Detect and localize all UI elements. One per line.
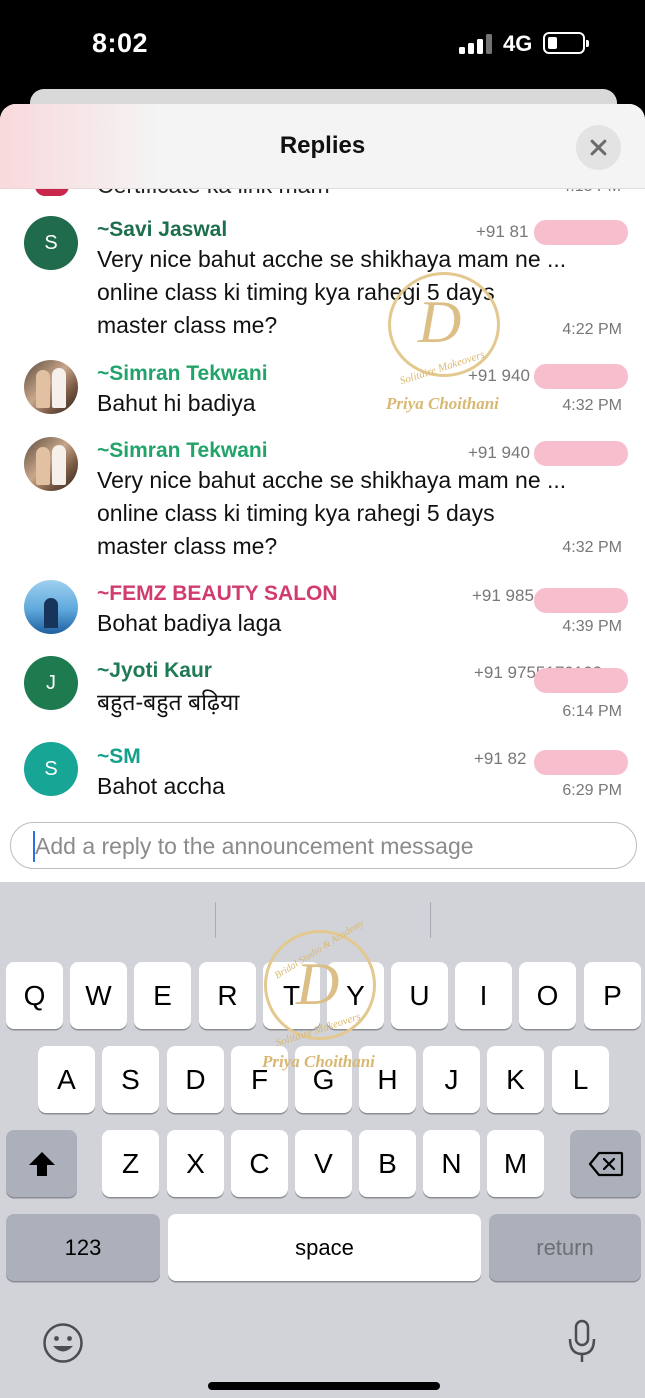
message-line: Very nice bahut acche se shikhaya mam ne… (97, 246, 567, 272)
key-v[interactable]: V (295, 1130, 352, 1197)
key-d[interactable]: D (167, 1046, 224, 1113)
message-line: बहुत-बहुत बढ़िया (97, 689, 240, 715)
key-g[interactable]: G (295, 1046, 352, 1113)
network-label: 4G (503, 31, 533, 56)
reply-message: Bahot accha (97, 770, 627, 803)
reply-time: 4:22 PM (562, 321, 622, 338)
sender-phone: +91 82 (474, 749, 527, 768)
sender-phone: +91 940 (468, 443, 530, 462)
key-a[interactable]: A (38, 1046, 95, 1113)
backspace-icon (588, 1151, 623, 1176)
key-b[interactable]: B (359, 1130, 416, 1197)
space-key[interactable]: space (168, 1214, 481, 1281)
key-e[interactable]: E (134, 962, 191, 1029)
avatar (24, 360, 78, 414)
key-w[interactable]: W (70, 962, 127, 1029)
message-line: Very nice bahut acche se shikhaya mam ne… (97, 467, 567, 493)
key-r[interactable]: R (199, 962, 256, 1029)
reply-time: 4:39 PM (562, 618, 622, 635)
numbers-key[interactable]: 123 (6, 1214, 160, 1281)
reply-time: 6:14 PM (562, 703, 622, 720)
key-n[interactable]: N (423, 1130, 480, 1197)
message-line: master class me? (97, 533, 278, 559)
battery-icon (543, 32, 589, 54)
reply-message: बहुत-बहुत बढ़िया (97, 686, 627, 719)
key-p[interactable]: P (584, 962, 641, 1029)
message-line: Bahot accha (97, 773, 225, 799)
avatar (24, 580, 78, 634)
key-f[interactable]: F (231, 1046, 288, 1113)
home-indicator (208, 1382, 440, 1390)
redaction-mark (534, 441, 628, 466)
key-j[interactable]: J (423, 1046, 480, 1113)
shift-icon (28, 1151, 55, 1176)
sender-name: ~FEMZ BEAUTY SALON (97, 582, 338, 605)
shift-key[interactable] (6, 1130, 77, 1197)
key-q[interactable]: Q (6, 962, 63, 1029)
microphone-icon[interactable] (566, 1318, 598, 1366)
sender-name: ~Savi Jaswal (97, 218, 228, 241)
close-button[interactable] (576, 125, 621, 170)
key-t[interactable]: T (263, 962, 320, 1029)
key-u[interactable]: U (391, 962, 448, 1029)
message-line: master class me? (97, 312, 278, 338)
key-y[interactable]: Y (327, 962, 384, 1029)
message-line: online class ki timing kya rahegi 5 days (97, 500, 495, 526)
return-key[interactable]: return (489, 1214, 641, 1281)
sheet-title: Replies (279, 132, 366, 159)
status-bar: 8:02 4G (0, 0, 645, 90)
avatar (24, 437, 78, 491)
key-s[interactable]: S (102, 1046, 159, 1113)
message-line: online class ki timing kya rahegi 5 days (97, 279, 495, 305)
avatar: S (24, 216, 78, 270)
reply-time: 4:32 PM (562, 397, 622, 414)
reply-message: Bahut hi badiya (97, 387, 627, 420)
redaction-mark (534, 220, 628, 245)
sender-name: ~Jyoti Kaur (97, 659, 212, 682)
reply-message: Very nice bahut acche se shikhaya mam ne… (97, 243, 627, 342)
sender-name: ~Simran Tekwani (97, 362, 268, 385)
sender-phone: +91 985 (472, 586, 534, 605)
keyboard: Q W E R T Y U I O P A S D F G H J K L Z … (0, 882, 645, 1398)
list-item[interactable]: ~Simran Tekwani +91 940 Bahut hi badiya … (0, 358, 645, 428)
key-o[interactable]: O (519, 962, 576, 1029)
avatar: J (24, 656, 78, 710)
redaction-mark (534, 364, 628, 389)
reply-input[interactable] (35, 829, 615, 863)
reply-message: Very nice bahut acche se shikhaya mam ne… (97, 464, 627, 563)
key-m[interactable]: M (487, 1130, 544, 1197)
key-k[interactable]: K (487, 1046, 544, 1113)
sender-name: ~Simran Tekwani (97, 439, 268, 462)
list-item[interactable]: S ~SM +91 82 Bahot accha 6:29 PM (0, 742, 645, 822)
suggestion-divider (215, 902, 216, 938)
list-item[interactable]: ~FEMZ BEAUTY SALON +91 985 Bohat badiya … (0, 578, 645, 648)
sender-phone: +91 81 (476, 222, 529, 241)
reply-time: 6:29 PM (562, 782, 622, 799)
avatar: S (24, 742, 78, 796)
message-line: Bohat badiya laga (97, 610, 282, 636)
reply-message: Bohat badiya laga (97, 607, 627, 640)
sender-phone: +91 940 (468, 366, 530, 385)
signal-icon (459, 34, 493, 54)
emoji-icon[interactable] (42, 1322, 84, 1364)
suggestion-divider (430, 902, 431, 938)
sheet-header: Replies (0, 104, 645, 189)
key-i[interactable]: I (455, 962, 512, 1029)
message-line: Bahut hi badiya (97, 390, 256, 416)
key-l[interactable]: L (552, 1046, 609, 1113)
list-item[interactable]: ~Simran Tekwani +91 940 Very nice bahut … (0, 435, 645, 565)
replies-sheet: Replies Certificate ka link mam 4:13 PM … (0, 104, 645, 882)
key-x[interactable]: X (167, 1130, 224, 1197)
key-c[interactable]: C (231, 1130, 288, 1197)
sender-name: ~SM (97, 745, 141, 768)
key-z[interactable]: Z (102, 1130, 159, 1197)
reply-input-field[interactable] (10, 822, 637, 869)
list-item[interactable]: S ~Savi Jaswal +91 81 Very nice bahut ac… (0, 214, 645, 344)
list-item[interactable]: J ~Jyoti Kaur +91 9755170103 बहुत-बहुत ब… (0, 656, 645, 736)
status-time: 8:02 (92, 28, 149, 58)
delete-key[interactable] (570, 1130, 641, 1197)
key-h[interactable]: H (359, 1046, 416, 1113)
reply-time: 4:32 PM (562, 539, 622, 556)
